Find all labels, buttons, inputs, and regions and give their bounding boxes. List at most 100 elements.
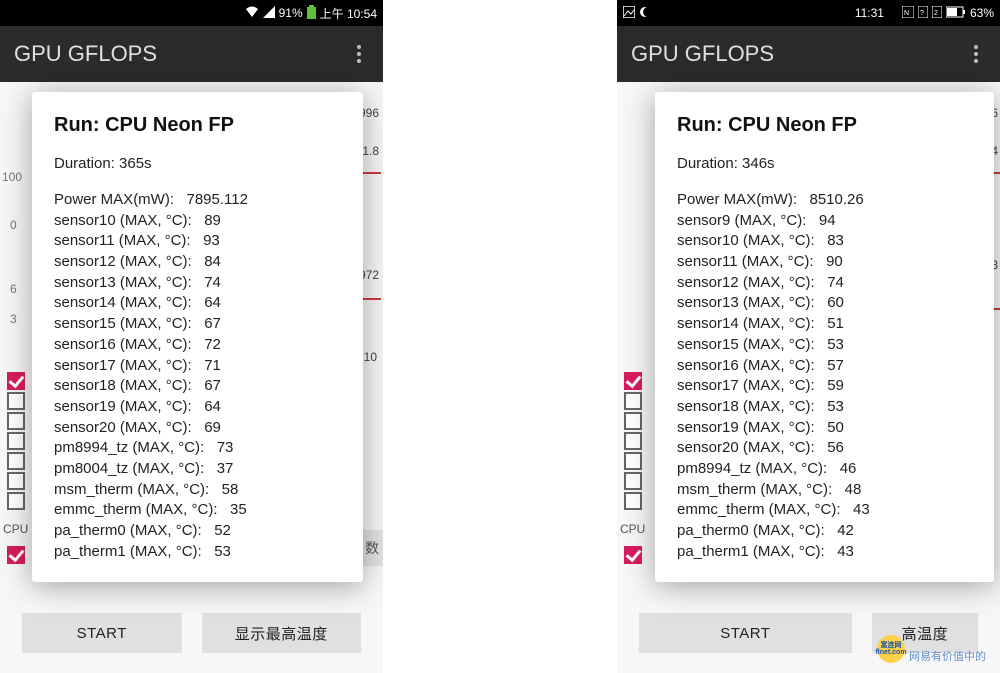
overflow-menu-icon[interactable] (349, 37, 369, 71)
sensor-row: sensor16 (MAX, °C): 57 (677, 356, 972, 377)
duration-text: Duration: 346s (677, 155, 972, 172)
sensor-row: sensor15 (MAX, °C): 67 (54, 314, 341, 335)
appbar: GPU GFLOPS (617, 26, 1000, 82)
watermark-logo-icon: 富连网 flnet.com (877, 635, 905, 663)
sensor-checkbox[interactable] (624, 472, 642, 490)
app-title: GPU GFLOPS (14, 41, 157, 67)
sensor-row: pa_therm0 (MAX, °C): 42 (677, 521, 972, 542)
sensor-row: sensor20 (MAX, °C): 56 (677, 438, 972, 459)
cpu-label: CPU (620, 522, 645, 536)
sensor-checkbox[interactable] (624, 492, 642, 510)
sensor-row: msm_therm (MAX, °C): 58 (54, 480, 341, 501)
sensor-row: sensor10 (MAX, °C): 83 (677, 231, 972, 252)
sensor-row: pm8994_tz (MAX, °C): 46 (677, 459, 972, 480)
chart-value: 10 (364, 350, 377, 364)
sensor-row: pa_therm1 (MAX, °C): 53 (54, 542, 341, 563)
checkbox-column (7, 546, 25, 564)
sensor-checkbox[interactable] (7, 412, 25, 430)
sensor-row: Power MAX(mW): 7895.112 (54, 190, 341, 211)
svg-text:N: N (904, 10, 909, 17)
sensor-row: msm_therm (MAX, °C): 48 (677, 480, 972, 501)
sensor-row: sensor9 (MAX, °C): 94 (677, 211, 972, 232)
sensor-row: sensor16 (MAX, °C): 72 (54, 335, 341, 356)
sensor-checkbox[interactable] (7, 372, 25, 390)
sensor-rows: Power MAX(mW): 8510.26sensor9 (MAX, °C):… (677, 190, 972, 562)
duration-text: Duration: 365s (54, 155, 341, 172)
checkbox-column (624, 372, 642, 510)
appbar: GPU GFLOPS (0, 26, 383, 82)
sim-icon: 2 (932, 6, 942, 21)
sensor-checkbox[interactable] (7, 392, 25, 410)
nfc-icon: N (902, 6, 914, 21)
start-button[interactable]: START (22, 613, 182, 653)
clock-text: 11:31 (855, 6, 884, 20)
sensor-row: pm8994_tz (MAX, °C): 73 (54, 438, 341, 459)
clock-text: 上午 10:54 (320, 5, 377, 22)
sensor-checkbox[interactable] (624, 392, 642, 410)
sensor-row: sensor13 (MAX, °C): 60 (677, 293, 972, 314)
gap (383, 0, 617, 673)
sensor-row: pm8004_tz (MAX, °C): 37 (54, 459, 341, 480)
sensor-row: emmc_therm (MAX, °C): 43 (677, 500, 972, 521)
sensor-rows: Power MAX(mW): 7895.112sensor10 (MAX, °C… (54, 190, 341, 562)
app-title: GPU GFLOPS (631, 41, 774, 67)
checkbox-column (624, 546, 642, 564)
sensor-checkbox[interactable] (624, 546, 642, 564)
moon-icon (639, 6, 651, 21)
start-button[interactable]: START (639, 613, 852, 653)
sensor-checkbox[interactable] (624, 432, 642, 450)
battery-icon (946, 6, 966, 21)
sensor-row: sensor19 (MAX, °C): 64 (54, 397, 341, 418)
checkbox-column (7, 372, 25, 510)
sensor-row: sensor12 (MAX, °C): 84 (54, 252, 341, 273)
sensor-row: pa_therm1 (MAX, °C): 43 (677, 542, 972, 563)
sensor-checkbox[interactable] (7, 546, 25, 564)
button-row: START 显示最高温度 (22, 613, 361, 653)
show-max-temp-button[interactable]: 显示最高温度 (202, 613, 362, 653)
signal-icon (263, 6, 275, 21)
sensor-row: sensor17 (MAX, °C): 71 (54, 356, 341, 377)
sensor-checkbox[interactable] (7, 452, 25, 470)
dialog-title: Run: CPU Neon FP (677, 114, 972, 137)
sensor-row: sensor13 (MAX, °C): 74 (54, 273, 341, 294)
sensor-row: sensor20 (MAX, °C): 69 (54, 418, 341, 439)
results-dialog: Run: CPU Neon FP Duration: 346s Power MA… (655, 92, 994, 582)
battery-percent: 63% (970, 6, 994, 20)
sensor-checkbox[interactable] (624, 372, 642, 390)
sensor-row: sensor11 (MAX, °C): 90 (677, 252, 972, 273)
sensor-row: pa_therm0 (MAX, °C): 52 (54, 521, 341, 542)
statusbar: 11:31 N ? 2 63% (617, 0, 1000, 26)
sensor-row: sensor14 (MAX, °C): 51 (677, 314, 972, 335)
sensor-row: sensor10 (MAX, °C): 89 (54, 211, 341, 232)
sim-icon: ? (918, 6, 928, 21)
sensor-checkbox[interactable] (7, 432, 25, 450)
sensor-row: sensor18 (MAX, °C): 53 (677, 397, 972, 418)
battery-percent: 91% (279, 6, 303, 20)
dialog-title: Run: CPU Neon FP (54, 114, 341, 137)
wifi-icon (245, 6, 259, 21)
sensor-checkbox[interactable] (624, 412, 642, 430)
sensor-row: sensor17 (MAX, °C): 59 (677, 376, 972, 397)
sensor-checkbox[interactable] (7, 492, 25, 510)
sensor-row: sensor15 (MAX, °C): 53 (677, 335, 972, 356)
sensor-row: emmc_therm (MAX, °C): 35 (54, 500, 341, 521)
sensor-row: sensor14 (MAX, °C): 64 (54, 293, 341, 314)
image-icon (623, 6, 635, 21)
axis-label: 100 (2, 170, 22, 184)
svg-text:?: ? (920, 10, 924, 17)
overflow-menu-icon[interactable] (966, 37, 986, 71)
axis-label: 3 (10, 312, 17, 326)
results-dialog: Run: CPU Neon FP Duration: 365s Power MA… (32, 92, 363, 582)
sensor-checkbox[interactable] (624, 452, 642, 470)
axis-label: 6 (10, 282, 17, 296)
sensor-row: sensor12 (MAX, °C): 74 (677, 273, 972, 294)
sensor-row: sensor19 (MAX, °C): 50 (677, 418, 972, 439)
sensor-row: Power MAX(mW): 8510.26 (677, 190, 972, 211)
axis-label: 0 (10, 218, 17, 232)
svg-text:2: 2 (934, 10, 938, 17)
sensor-row: sensor11 (MAX, °C): 93 (54, 231, 341, 252)
cpu-label: CPU (3, 522, 28, 536)
phone-right: 11:31 N ? 2 63% GPU GFLOPS (617, 0, 1000, 673)
sensor-row: sensor18 (MAX, °C): 67 (54, 376, 341, 397)
sensor-checkbox[interactable] (7, 472, 25, 490)
